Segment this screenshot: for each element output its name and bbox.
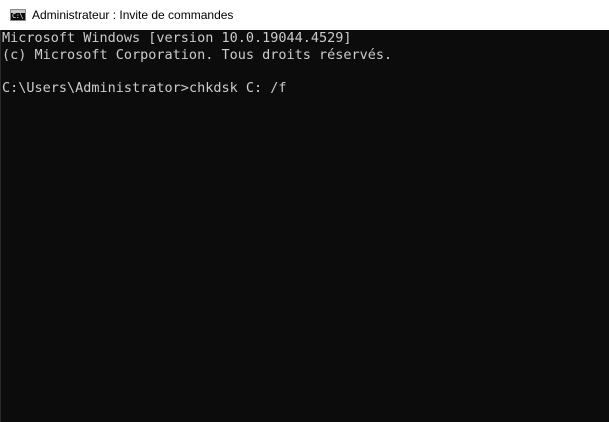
command-input[interactable]: chkdsk C: /f [189, 80, 287, 96]
window-left-border [0, 30, 1, 422]
prompt-path: C:\Users\Administrator> [2, 80, 189, 96]
command-prompt-window[interactable]: C:\ Administrateur : Invite de commandes… [0, 0, 609, 422]
title-bar[interactable]: C:\ Administrateur : Invite de commandes [0, 0, 609, 30]
console-line-version: Microsoft Windows [version 10.0.19044.45… [2, 30, 352, 46]
cmd-icon: C:\ [10, 9, 26, 21]
console-prompt-line[interactable]: C:\Users\Administrator>chkdsk C: /f [2, 80, 286, 96]
cmd-icon-glyph: C:\ [12, 12, 24, 20]
console-line-copyright: (c) Microsoft Corporation. Tous droits r… [2, 47, 393, 63]
console-output[interactable]: Microsoft Windows [version 10.0.19044.45… [0, 30, 609, 422]
window-title: Administrateur : Invite de commandes [32, 8, 234, 22]
